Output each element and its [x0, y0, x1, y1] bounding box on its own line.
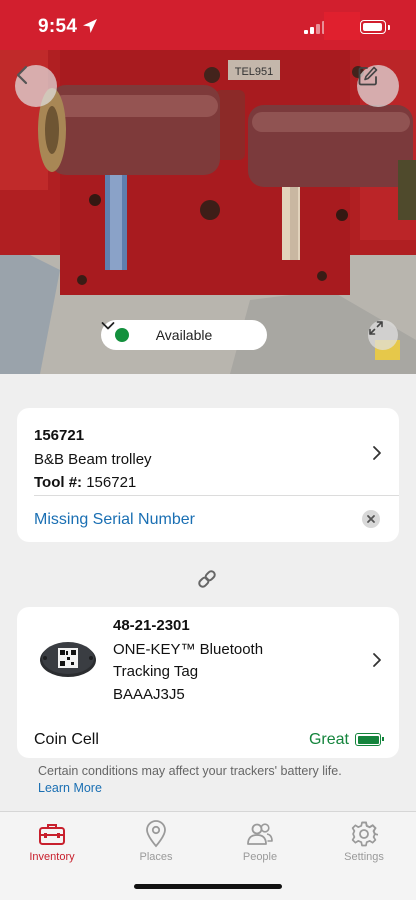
gear-icon: [351, 821, 378, 847]
home-indicator: [134, 884, 282, 889]
photo-label-text: TEL951: [235, 66, 274, 78]
tracker-name-line2: Tracking Tag: [113, 663, 199, 680]
toolbox-icon: [39, 824, 65, 845]
back-button[interactable]: [15, 65, 57, 107]
location-arrow-icon: [83, 19, 97, 33]
tool-name: B&B Beam trolley: [34, 451, 152, 468]
tab-label: People: [242, 851, 278, 863]
status-time: 9:54: [38, 16, 78, 37]
tab-label: Settings: [344, 851, 384, 863]
tracker-name-line1: ONE-KEY™ Bluetooth: [113, 641, 264, 658]
edit-icon: [358, 66, 378, 86]
tool-number-label: Tool #:: [34, 474, 83, 491]
battery-disclaimer: Certain conditions may affect your track…: [38, 764, 342, 778]
battery-type-label: Coin Cell: [34, 731, 99, 748]
availability-status-dropdown[interactable]: Available: [101, 320, 267, 350]
tool-details-card[interactable]: 156721 B&B Beam trolley Tool #: 156721 M…: [17, 408, 399, 542]
chevron-down-icon: [101, 322, 115, 330]
edit-button[interactable]: [357, 65, 399, 107]
tool-id: 156721: [34, 427, 85, 444]
link-icon: [198, 570, 216, 588]
tracker-part-number: 48-21-2301: [113, 617, 190, 634]
close-icon: [367, 515, 375, 523]
tab-label: Inventory: [29, 851, 75, 863]
chevron-right-icon: [373, 446, 381, 460]
cellular-signal-icon: [304, 21, 326, 34]
missing-serial-link[interactable]: Missing Serial Number: [34, 511, 195, 529]
status-label: Available: [155, 327, 213, 343]
location-pin-icon: [146, 820, 166, 848]
status-bar: 9:54: [0, 0, 416, 50]
dismiss-button[interactable]: [362, 510, 380, 528]
redacted-area: [324, 12, 360, 40]
chevron-left-icon: [16, 65, 28, 85]
tool-photo: TEL951 Available: [0, 50, 416, 374]
tracker-serial: BAAAJ3J5: [113, 686, 185, 703]
people-icon: [247, 823, 273, 845]
tab-places[interactable]: Places: [104, 812, 208, 872]
tool-number: Tool #: 156721: [34, 474, 136, 491]
divider: [34, 495, 399, 496]
tracking-tag-image: [40, 642, 96, 677]
battery-status: Great: [308, 731, 349, 748]
battery-full-icon: [355, 733, 384, 746]
tool-number-value: 156721: [86, 474, 137, 491]
tab-label: Places: [139, 851, 173, 863]
chevron-right-icon: [373, 653, 381, 667]
expand-photo-button[interactable]: [368, 320, 398, 350]
learn-more-link[interactable]: Learn More: [38, 781, 102, 795]
tab-people[interactable]: People: [208, 812, 312, 872]
tab-settings[interactable]: Settings: [312, 812, 416, 872]
expand-icon: [369, 321, 383, 335]
tracker-card[interactable]: 48-21-2301 ONE-KEY™ Bluetooth Tracking T…: [17, 607, 399, 758]
battery-icon: [360, 20, 390, 34]
tab-inventory[interactable]: Inventory: [0, 812, 104, 872]
